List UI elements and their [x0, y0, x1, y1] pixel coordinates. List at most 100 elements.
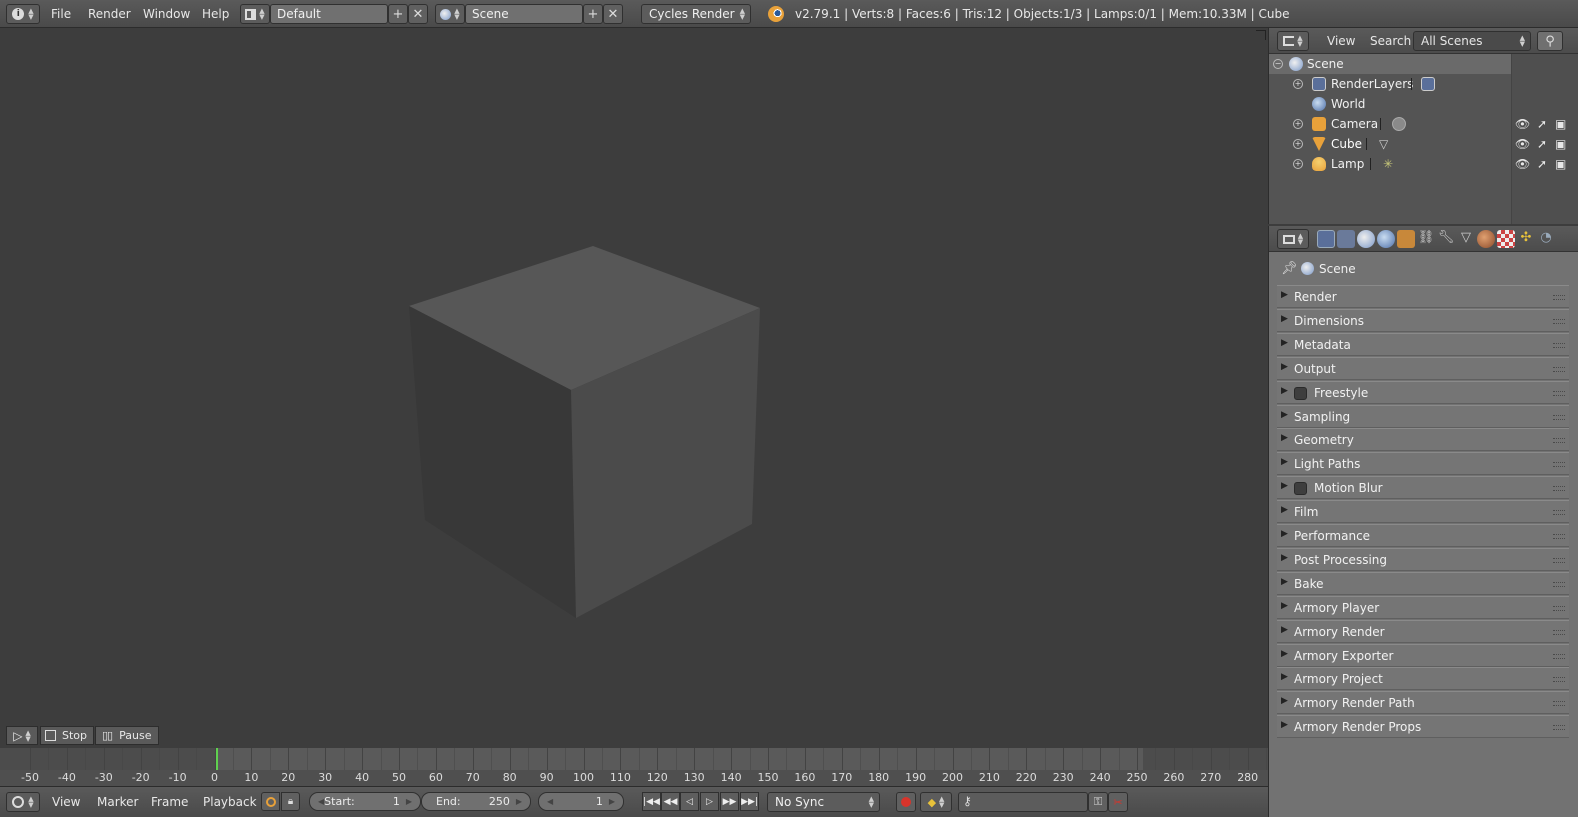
outliner-row-renderlayers[interactable]: + RenderLayers: [1269, 74, 1578, 94]
add-scene-button[interactable]: +: [583, 4, 603, 24]
menu-playback[interactable]: Playback: [203, 795, 257, 809]
menu-search[interactable]: Search: [1370, 34, 1411, 48]
panel-header[interactable]: ▶ Sampling: [1277, 404, 1569, 428]
panel-header[interactable]: ▶ Armory Render Props: [1277, 715, 1569, 739]
3d-viewport[interactable]: [0, 28, 1268, 724]
mesh-data-icon[interactable]: ▽: [1379, 137, 1393, 151]
panel-header[interactable]: ▶ Armory Project: [1277, 667, 1569, 691]
modifiers-wrench-icon[interactable]: 🔧︎: [1437, 230, 1455, 248]
lamp-data-icon[interactable]: ✳: [1383, 157, 1397, 171]
drag-grip-icon[interactable]: [1553, 534, 1565, 539]
drag-grip-icon[interactable]: [1553, 677, 1565, 683]
editor-type-menu[interactable]: ▲ ▼: [1277, 31, 1309, 51]
physics-tab-icon[interactable]: ◔: [1537, 230, 1555, 248]
jump-to-start-button[interactable]: |◀◀: [642, 792, 661, 811]
drag-grip-icon[interactable]: [1553, 318, 1565, 324]
panel-header[interactable]: ▶ Light Paths: [1277, 452, 1569, 476]
drag-grip-icon[interactable]: [1553, 629, 1565, 635]
start-frame-field[interactable]: ◀ Start: 1 ▶: [309, 792, 421, 811]
drag-grip-icon[interactable]: [1553, 438, 1565, 444]
timeline-frame-area[interactable]: [0, 748, 1268, 770]
outliner-row-lamp[interactable]: + Lamp ✳ 👁︎ ➚ ▣: [1269, 154, 1578, 174]
panel-header[interactable]: ▶ Film: [1277, 500, 1569, 524]
mesh-data-tab-icon[interactable]: ▽: [1457, 230, 1475, 248]
editor-type-menu[interactable]: i ▲ ▼: [6, 4, 40, 24]
panel-enable-checkbox[interactable]: [1294, 482, 1307, 496]
display-mode-dropdown[interactable]: All Scenes ▲ ▼: [1413, 31, 1531, 51]
drag-grip-icon[interactable]: [1553, 295, 1565, 300]
play-animation-button[interactable]: ▷ ▲ ▼: [6, 726, 38, 745]
menu-frame[interactable]: Frame: [151, 795, 188, 809]
search-filter-button[interactable]: ⚲: [1537, 31, 1563, 51]
pause-button[interactable]: ▯▯ Pause: [95, 726, 159, 745]
particles-tab-icon[interactable]: ✣: [1517, 230, 1535, 248]
render-camera-icon[interactable]: ▣: [1555, 117, 1566, 131]
constraints-tab-icon[interactable]: ⛓: [1417, 230, 1435, 248]
expand-icon[interactable]: +: [1293, 139, 1303, 149]
area-split-handle[interactable]: [1256, 30, 1266, 40]
stop-button[interactable]: Stop: [40, 726, 94, 745]
play-button[interactable]: ▷: [700, 792, 719, 811]
remove-layout-button[interactable]: ✕: [408, 4, 428, 24]
render-tab-icon[interactable]: [1317, 230, 1335, 248]
timeline-ruler[interactable]: -50 -40 -30 -20 -10 0 10 20 30 40 50 60 70 80 90 100 110…: [0, 770, 1268, 786]
drag-grip-icon[interactable]: [1553, 366, 1565, 372]
cube-object[interactable]: [400, 246, 770, 626]
panel-header[interactable]: ▶ Metadata: [1277, 332, 1569, 356]
panel-enable-checkbox[interactable]: [1294, 386, 1307, 400]
properties-editor[interactable]: ▲ ▼ ⛓ 🔧︎ ▽ ✣ ◔ 📌︎ Scene ▶ Render ▶ Dimension…: [1268, 226, 1578, 817]
panel-header[interactable]: ▶ Dimensions: [1277, 308, 1569, 332]
menu-view[interactable]: View: [1327, 34, 1355, 48]
expand-icon[interactable]: +: [1293, 119, 1303, 129]
outliner-row-cube[interactable]: + Cube ▽ 👁︎ ➚ ▣: [1269, 134, 1578, 154]
panel-header[interactable]: ▶ Post Processing: [1277, 547, 1569, 571]
scene-tab-icon[interactable]: [1357, 230, 1375, 248]
delete-keyframe-button[interactable]: ✂: [1108, 792, 1128, 812]
expand-icon[interactable]: +: [1293, 159, 1303, 169]
drag-grip-icon[interactable]: [1553, 462, 1565, 468]
menu-window[interactable]: Window: [143, 7, 190, 21]
play-reverse-button[interactable]: ◁: [680, 792, 699, 811]
world-tab-icon[interactable]: [1377, 230, 1395, 248]
drag-grip-icon[interactable]: [1553, 390, 1565, 396]
render-layers-tab-icon[interactable]: [1337, 230, 1355, 248]
render-engine-dropdown[interactable]: Cycles Render ▲ ▼: [641, 4, 751, 24]
outliner-row-scene[interactable]: − Scene: [1269, 54, 1578, 74]
drag-grip-icon[interactable]: [1553, 581, 1565, 587]
editor-type-menu[interactable]: ▲ ▼: [1277, 229, 1309, 249]
panel-header[interactable]: ▶ Bake: [1277, 571, 1569, 595]
panel-header[interactable]: ▶ Performance: [1277, 524, 1569, 547]
outliner-editor[interactable]: ▲ ▼ View Search All Scenes ▲ ▼ ⚲ − Scene +…: [1268, 28, 1578, 224]
menu-render[interactable]: Render: [88, 7, 131, 21]
outliner-row-world[interactable]: World: [1269, 94, 1578, 114]
keying-mode-dropdown[interactable]: ◆ ▲ ▼: [920, 792, 952, 812]
render-layers-icon[interactable]: [1421, 77, 1435, 91]
use-preview-range-button[interactable]: [261, 792, 280, 811]
panel-header[interactable]: ▶ Motion Blur: [1277, 476, 1569, 500]
object-tab-icon[interactable]: [1397, 230, 1415, 248]
jump-to-prev-keyframe-button[interactable]: ◀◀: [661, 792, 680, 811]
scene-name-field[interactable]: Scene: [465, 4, 583, 24]
cursor-arrow-icon[interactable]: ➚: [1537, 117, 1547, 131]
layout-selector[interactable]: ▲ ▼ Default + ✕: [240, 4, 428, 24]
menu-file[interactable]: File: [51, 7, 71, 21]
auto-keyframe-button[interactable]: [896, 792, 916, 812]
material-tab-icon[interactable]: [1477, 230, 1495, 248]
sync-mode-dropdown[interactable]: No Sync ▲ ▼: [767, 792, 880, 812]
layout-name-field[interactable]: Default: [270, 4, 388, 24]
camera-data-icon[interactable]: [1392, 117, 1406, 131]
texture-tab-icon[interactable]: [1497, 230, 1515, 248]
current-frame-field[interactable]: ◀ 1 ▶: [538, 792, 624, 811]
render-camera-icon[interactable]: ▣: [1555, 137, 1566, 151]
remove-scene-button[interactable]: ✕: [603, 4, 623, 24]
editor-type-menu[interactable]: ▲ ▼: [6, 792, 40, 812]
add-layout-button[interactable]: +: [388, 4, 408, 24]
scene-selector[interactable]: ▲ ▼ Scene + ✕: [435, 4, 623, 24]
panel-header[interactable]: ▶ Armory Render: [1277, 619, 1569, 643]
outliner-row-camera[interactable]: + Camera 👁︎ ➚ ▣: [1269, 114, 1578, 134]
current-frame-cursor[interactable]: [216, 748, 218, 770]
drag-grip-icon[interactable]: [1553, 557, 1565, 563]
keying-set-field[interactable]: ⚷: [958, 792, 1088, 812]
drag-grip-icon[interactable]: [1553, 653, 1565, 659]
render-camera-icon[interactable]: ▣: [1555, 157, 1566, 171]
